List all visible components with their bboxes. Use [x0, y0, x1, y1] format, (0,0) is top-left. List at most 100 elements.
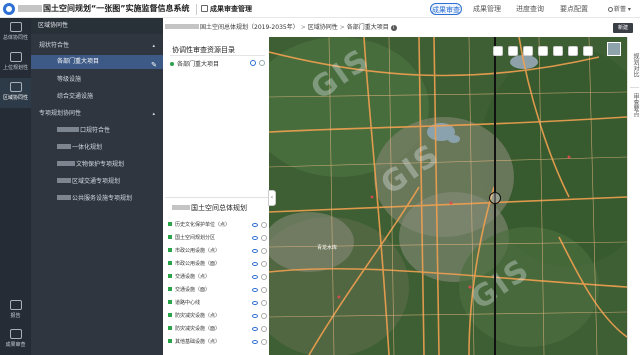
rail-superior[interactable]: 上位规划性	[0, 48, 31, 78]
info-icon[interactable]: i	[390, 25, 397, 31]
clear-icon[interactable]	[568, 46, 578, 56]
nav-results[interactable]: 成果管理	[471, 3, 503, 15]
eye-icon[interactable]	[252, 340, 258, 344]
layer-row[interactable]: 交通设施（面）	[168, 285, 268, 295]
options-icon[interactable]	[261, 222, 267, 228]
redacted-region	[57, 178, 71, 183]
layers-icon[interactable]	[523, 46, 533, 56]
map-view[interactable]: 青龙水库 GIS GIS GIS	[269, 37, 627, 355]
nav-progress[interactable]: 进度查询	[514, 3, 546, 15]
checkbox-icon[interactable]	[168, 339, 172, 343]
tree-item-major-projects[interactable]: 各部门重大项目 ✎	[31, 55, 163, 69]
tree-group-special[interactable]: 专项规划协同性 ▴	[31, 107, 163, 121]
eye-icon[interactable]	[252, 314, 258, 318]
redacted-region	[165, 24, 199, 29]
options-icon[interactable]	[261, 248, 267, 254]
regional-icon	[9, 82, 22, 92]
tree-item-integration[interactable]: 一体化规划	[31, 141, 163, 155]
top-header: 国土空间规划“一张图”实施监督信息系统 成果审查管理 成果审查 成果管理 进度查…	[0, 0, 640, 18]
layer-row[interactable]: 防灾减灾设施（面）	[168, 324, 268, 334]
eye-icon[interactable]	[250, 60, 256, 66]
redacted-region	[57, 127, 79, 132]
eye-icon[interactable]	[252, 249, 258, 253]
tree-item-transport[interactable]: 综合交通设施	[31, 90, 163, 104]
tree-item-compliance[interactable]: 口规符合性	[31, 124, 163, 138]
review-points-button[interactable]: 审查要点	[629, 93, 640, 117]
compare-icon[interactable]	[583, 46, 593, 56]
resource-item[interactable]: 各部门重大项目	[170, 59, 265, 68]
checkbox-icon[interactable]	[168, 274, 172, 278]
caret-up-icon: ▴	[152, 111, 155, 117]
locate-icon[interactable]	[538, 46, 548, 56]
tree-item-heritage[interactable]: 文物保护专项规划	[31, 158, 163, 172]
tree-group-status[interactable]: 规状符合性 ▴	[31, 39, 163, 53]
rail-review[interactable]: 成果审查	[0, 325, 31, 355]
redacted-region	[57, 161, 75, 166]
eye-icon[interactable]	[252, 301, 258, 305]
options-icon[interactable]	[261, 235, 267, 241]
options-icon[interactable]	[261, 274, 267, 280]
rail-report[interactable]: 报告	[0, 296, 31, 326]
review-icon	[9, 329, 22, 339]
layers-icon	[9, 52, 22, 62]
eye-icon[interactable]	[252, 327, 258, 331]
swipe-handle[interactable]	[489, 192, 501, 204]
panel-title: 协调性审查资源目录	[172, 46, 235, 54]
checkbox-icon[interactable]	[168, 287, 172, 291]
checked-dot-icon	[170, 62, 174, 66]
nav-config[interactable]: 要点配置	[558, 3, 590, 15]
layer-row[interactable]: 国土空间规划分区	[168, 233, 268, 243]
plan-compare-button[interactable]: 规划对比	[629, 53, 640, 77]
user-icon	[608, 7, 613, 12]
rail-regional[interactable]: 区域协同性	[0, 78, 31, 108]
options-icon[interactable]	[261, 339, 267, 345]
breadcrumb-section[interactable]: 区域协同性	[308, 24, 338, 31]
layer-row[interactable]: 防灾减灾设施（点）	[168, 311, 268, 321]
checkbox-icon[interactable]	[168, 261, 172, 265]
basemap-switch[interactable]	[607, 42, 621, 56]
checkbox-icon[interactable]	[168, 326, 172, 330]
zoom-in-icon[interactable]	[493, 46, 503, 56]
options-icon[interactable]	[261, 287, 267, 293]
new-button[interactable]: 新建	[613, 23, 633, 33]
nav-review[interactable]: 成果审查	[430, 3, 462, 15]
layer-row[interactable]: 交通设施（点）	[168, 272, 268, 282]
layer-row[interactable]: 市政公用设施（面）	[168, 259, 268, 269]
map-label: 青龙水库	[317, 244, 337, 251]
eye-icon[interactable]	[252, 223, 258, 227]
collapse-panel-button[interactable]: ‹	[268, 190, 276, 206]
checkbox-icon[interactable]	[168, 313, 172, 317]
options-icon[interactable]	[261, 261, 267, 267]
breadcrumb-plan[interactable]: 国土空间总体规划（2019-2035年）	[200, 24, 299, 31]
map-toolbar	[493, 41, 598, 56]
checkbox-icon[interactable]	[168, 235, 172, 239]
options-icon[interactable]	[261, 313, 267, 319]
options-icon[interactable]	[261, 326, 267, 332]
eye-icon[interactable]	[252, 275, 258, 279]
redacted-region	[172, 205, 190, 210]
eye-icon[interactable]	[252, 236, 258, 240]
redacted-region	[57, 195, 71, 200]
left-rail: 总体协同性 上位规划性 区域协同性 报告 成果审查	[0, 18, 31, 355]
eye-icon[interactable]	[252, 262, 258, 266]
pencil-icon[interactable]: ✎	[151, 58, 157, 72]
eye-icon[interactable]	[252, 288, 258, 292]
settings-icon[interactable]	[259, 60, 265, 66]
checkbox-icon[interactable]	[168, 222, 172, 226]
select-icon[interactable]	[553, 46, 563, 56]
layer-row[interactable]: 其他基础设施（点）	[168, 337, 268, 347]
tree-item-facilities[interactable]: 等级设施	[31, 73, 163, 87]
layer-row[interactable]: 市政公用设施（点）	[168, 246, 268, 256]
layer-row[interactable]: 历史文化保护单位（点）	[168, 220, 268, 230]
layer-row[interactable]: 道路中心线	[168, 298, 268, 308]
options-icon[interactable]	[261, 300, 267, 306]
tree-item-public-service[interactable]: 公共服务设施专项规划	[31, 192, 163, 206]
sidebar-tree: 区域协同性 规状符合性 ▴ 各部门重大项目 ✎ 等级设施 综合交通设施 专项规划协同…	[31, 18, 163, 355]
checkbox-icon[interactable]	[168, 300, 172, 304]
measure-icon[interactable]	[508, 46, 518, 56]
redacted-region	[57, 144, 71, 149]
user-menu[interactable]: 靳蕾 ▾	[608, 4, 631, 13]
tree-item-regional-transport[interactable]: 区域交通专项规划	[31, 175, 163, 189]
checkbox-icon[interactable]	[168, 248, 172, 252]
rail-overall[interactable]: 总体协同性	[0, 18, 31, 48]
